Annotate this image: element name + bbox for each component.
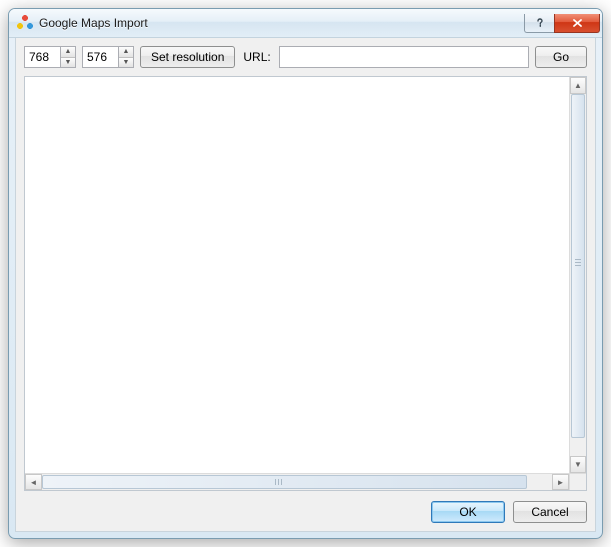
height-input[interactable] xyxy=(82,46,118,68)
titlebar[interactable]: Google Maps Import xyxy=(9,9,602,38)
height-spin-down[interactable]: ▼ xyxy=(119,58,133,68)
close-button[interactable] xyxy=(554,14,600,33)
go-button[interactable]: Go xyxy=(535,46,587,68)
set-resolution-button[interactable]: Set resolution xyxy=(140,46,235,68)
cancel-button[interactable]: Cancel xyxy=(513,501,587,523)
height-spinner[interactable]: ▲ ▼ xyxy=(82,46,134,68)
width-spin-buttons: ▲ ▼ xyxy=(60,46,76,68)
vscroll-thumb[interactable] xyxy=(571,94,585,438)
client-area: ▲ ▼ ▲ ▼ Set resolution URL: Go ▲ xyxy=(15,38,596,532)
scroll-corner xyxy=(569,473,586,490)
dialog-window: Google Maps Import ▲ ▼ xyxy=(8,8,603,539)
help-icon xyxy=(535,18,545,28)
width-input[interactable] xyxy=(24,46,60,68)
vertical-scrollbar[interactable]: ▲ ▼ xyxy=(569,77,586,473)
toolbar: ▲ ▼ ▲ ▼ Set resolution URL: Go xyxy=(24,46,587,68)
scroll-up-button[interactable]: ▲ xyxy=(570,77,586,94)
height-spin-up[interactable]: ▲ xyxy=(119,47,133,58)
ok-button[interactable]: OK xyxy=(431,501,505,523)
window-buttons xyxy=(524,13,600,33)
content-viewport[interactable] xyxy=(25,77,569,473)
app-icon xyxy=(17,15,33,31)
vscroll-track[interactable] xyxy=(570,94,586,456)
horizontal-scrollbar[interactable]: ◄ ► xyxy=(25,473,569,490)
scroll-down-button[interactable]: ▼ xyxy=(570,456,586,473)
hscroll-track[interactable] xyxy=(42,474,552,490)
dialog-footer: OK Cancel xyxy=(24,497,587,523)
url-label: URL: xyxy=(241,50,272,64)
window-title: Google Maps Import xyxy=(39,16,524,30)
scroll-left-button[interactable]: ◄ xyxy=(25,474,42,490)
help-button[interactable] xyxy=(524,14,554,33)
url-input[interactable] xyxy=(279,46,529,68)
hscroll-thumb[interactable] xyxy=(42,475,527,489)
close-icon xyxy=(572,18,583,28)
height-spin-buttons: ▲ ▼ xyxy=(118,46,134,68)
content-frame: ▲ ▼ ◄ ► xyxy=(24,76,587,491)
width-spinner[interactable]: ▲ ▼ xyxy=(24,46,76,68)
width-spin-up[interactable]: ▲ xyxy=(61,47,75,58)
scroll-right-button[interactable]: ► xyxy=(552,474,569,490)
width-spin-down[interactable]: ▼ xyxy=(61,58,75,68)
